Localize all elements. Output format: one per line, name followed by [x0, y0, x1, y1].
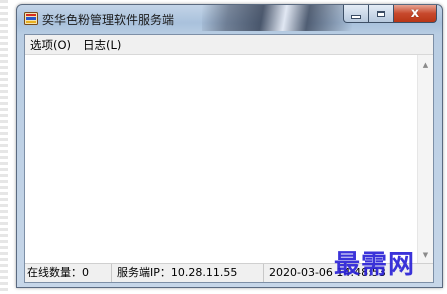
status-online-count: 在线数量：0: [25, 264, 112, 282]
app-icon: [24, 12, 38, 25]
titlebar-glass-reflection: [202, 5, 352, 31]
minimize-icon: [351, 14, 361, 19]
menu-log[interactable]: 日志(L): [78, 37, 128, 53]
vertical-scrollbar[interactable]: ▲ ▼: [417, 55, 433, 265]
title-bar[interactable]: 奕华色粉管理软件服务端 x: [17, 5, 442, 33]
scroll-down-icon[interactable]: ▼: [418, 247, 433, 263]
close-icon: x: [410, 6, 420, 21]
menu-options[interactable]: 选项(O): [25, 37, 78, 53]
close-button[interactable]: x: [394, 5, 437, 23]
scroll-up-icon[interactable]: ▲: [418, 57, 433, 73]
maximize-button[interactable]: [369, 5, 394, 23]
window-title: 奕华色粉管理软件服务端: [42, 13, 175, 27]
screenshot-stage: 奕华色粉管理软件服务端 x 选项(O) 日志(L) ▲ ▼ 在线数量：0 服务端…: [0, 0, 447, 294]
watermark-text: 最需网: [334, 250, 416, 280]
status-server-ip: 服务端IP：10.28.11.55: [112, 264, 264, 282]
torn-edge-decoration: [0, 0, 8, 294]
window-controls: x: [343, 5, 437, 24]
log-textarea[interactable]: [25, 55, 417, 265]
maximize-icon: [377, 10, 385, 17]
menu-bar: 选项(O) 日志(L): [25, 35, 433, 55]
minimize-button[interactable]: [343, 5, 369, 23]
